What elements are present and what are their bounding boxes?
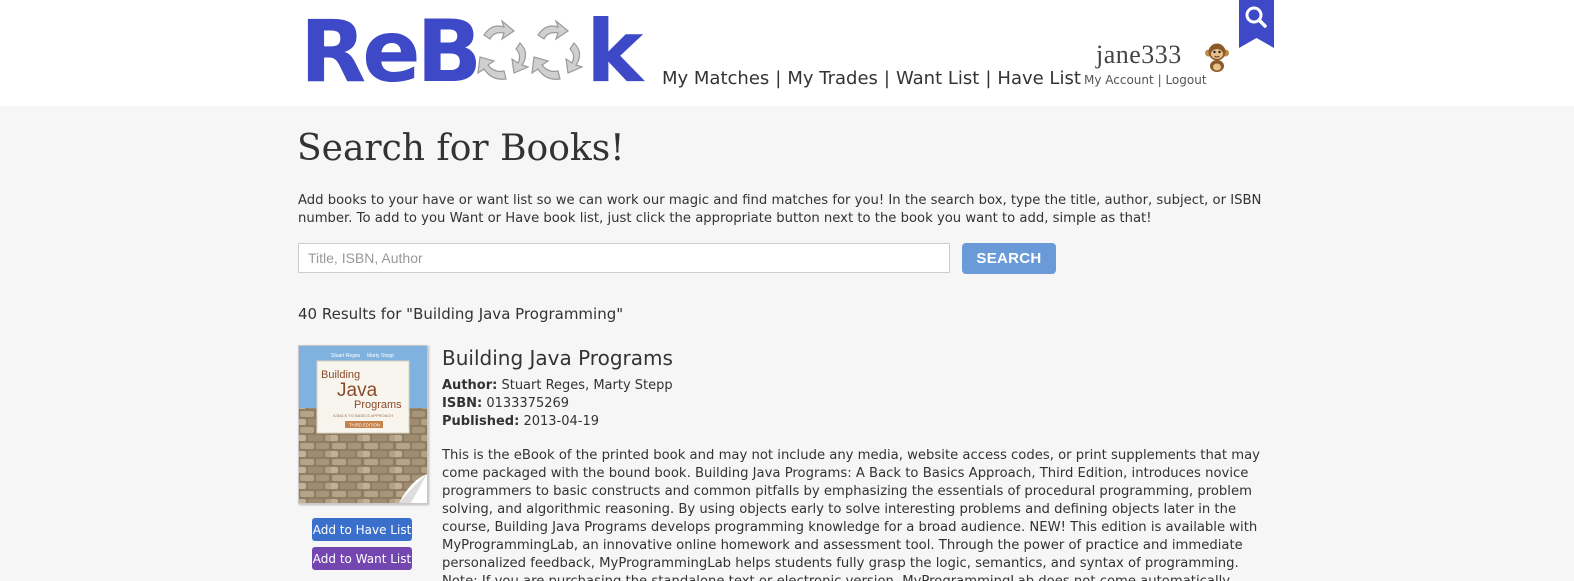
page-title: Search for Books! — [297, 128, 625, 169]
site-header: ReB k My Matches | My Trades | Want List | Hav… — [0, 0, 1574, 106]
rebook-logo[interactable]: ReB k — [300, 2, 643, 102]
my-account-link[interactable]: My Account — [1084, 73, 1154, 87]
nav-separator: | — [775, 68, 782, 89]
add-to-have-list-button[interactable]: Add to Have List — [312, 518, 412, 541]
cover-title-line3: Programs — [354, 399, 402, 411]
nav-my-trades[interactable]: My Trades — [787, 68, 878, 89]
isbn-label: ISBN: — [442, 396, 483, 411]
book-cover[interactable]: Stuart Reges Marty Stepp Building Java P… — [298, 345, 428, 504]
logo-text-right: k — [586, 2, 643, 102]
search-button[interactable]: SEARCH — [962, 243, 1056, 274]
book-published: Published: 2013-04-19 — [442, 414, 599, 429]
account-separator: | — [1157, 73, 1162, 87]
nav-separator: | — [883, 68, 890, 89]
monkey-icon — [1204, 42, 1230, 77]
logout-link[interactable]: Logout — [1165, 73, 1206, 87]
search-icon — [1239, 0, 1274, 48]
account-links: My Account | Logout — [1084, 73, 1207, 87]
cover-author-1: Stuart Reges — [331, 353, 361, 359]
add-to-want-list-button[interactable]: Add to Want List — [312, 547, 412, 570]
isbn-value: 0133375269 — [486, 396, 570, 411]
search-input[interactable] — [298, 243, 950, 273]
nav-my-matches[interactable]: My Matches — [662, 68, 769, 89]
main-nav: My Matches | My Trades | Want List | Have List — [662, 68, 1081, 89]
book-description: This is the eBook of the printed book an… — [442, 448, 1260, 581]
nav-want-list[interactable]: Want List — [896, 68, 979, 89]
cover-subtitle: A BACK TO BASICS APPROACH — [333, 413, 393, 418]
author-label: Author: — [442, 378, 498, 393]
cover-edition: THIRD EDITION — [349, 423, 380, 428]
username: jane333 — [1096, 40, 1182, 69]
book-author: Author: Stuart Reges, Marty Stepp — [442, 378, 673, 393]
cover-author-2: Marty Stepp — [367, 353, 394, 359]
published-label: Published: — [442, 414, 520, 429]
book-title[interactable]: Building Java Programs — [442, 346, 673, 370]
recycle-icon — [476, 17, 588, 87]
cover-title-line2: Java — [337, 380, 378, 401]
author-value: Stuart Reges, Marty Stepp — [501, 378, 673, 393]
nav-separator: | — [985, 68, 992, 89]
results-count: 40 Results for "Building Java Programmin… — [298, 305, 624, 323]
nav-have-list[interactable]: Have List — [997, 68, 1080, 89]
logo-text-left: ReB — [300, 2, 482, 102]
published-value: 2013-04-19 — [523, 414, 600, 429]
intro-text: Add books to your have or want list so w… — [298, 193, 1262, 226]
book-isbn: ISBN: 0133375269 — [442, 396, 569, 411]
bookmark-search-button[interactable] — [1239, 0, 1274, 48]
